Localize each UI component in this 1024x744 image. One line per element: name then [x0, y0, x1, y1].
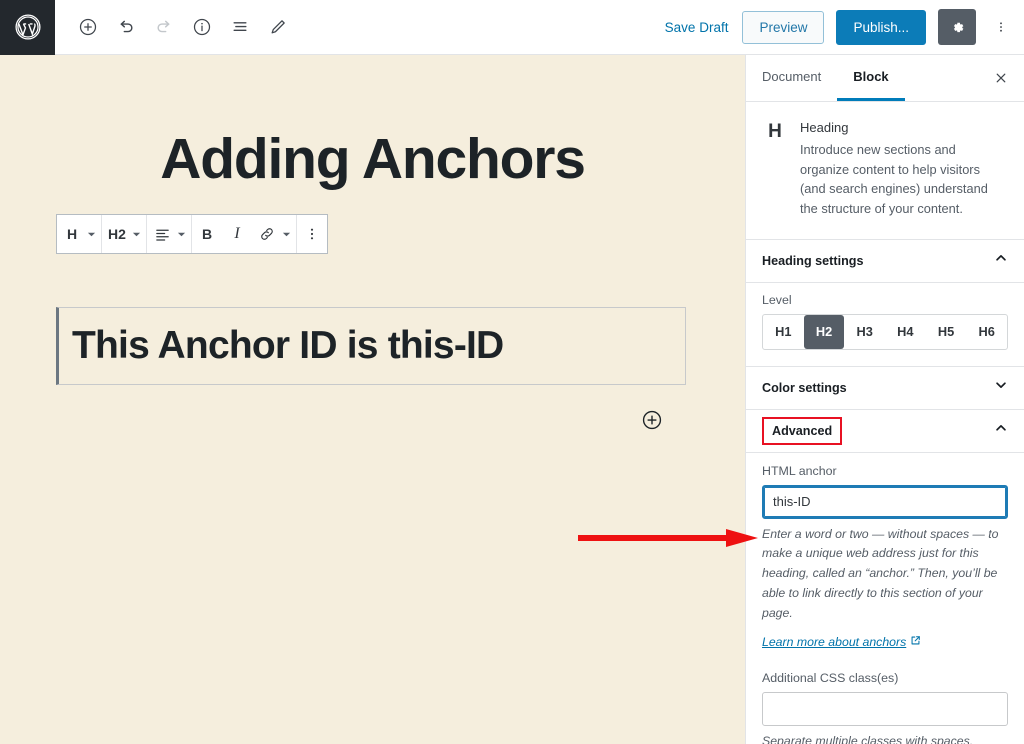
italic-button[interactable]: I: [222, 215, 252, 253]
publish-button[interactable]: Publish...: [836, 9, 926, 45]
block-card-description: Introduce new sections and organize cont…: [800, 142, 988, 217]
pencil-icon[interactable]: [259, 8, 297, 46]
chevron-down-icon: [994, 378, 1008, 397]
level-button-h3[interactable]: H3: [844, 315, 885, 349]
redo-icon[interactable]: [145, 8, 183, 46]
tab-block[interactable]: Block: [837, 55, 905, 101]
panel-heading-settings-header[interactable]: Heading settings: [746, 240, 1024, 283]
block-info-card: H Heading Introduce new sections and org…: [746, 102, 1024, 240]
block-toolbar: H H2 B I: [56, 214, 328, 254]
panel-advanced-title: Advanced: [762, 416, 843, 445]
panel-advanced-header[interactable]: Advanced: [746, 410, 1024, 453]
html-anchor-help-text: Enter a word or two — without spaces — t…: [762, 526, 999, 620]
learn-more-label: Learn more about anchors: [762, 635, 907, 650]
level-button-h4[interactable]: H4: [885, 315, 926, 349]
panel-color-settings-title: Color settings: [762, 380, 847, 395]
close-icon[interactable]: [978, 55, 1024, 101]
heading-level-chevron-down-icon[interactable]: [128, 215, 144, 253]
panel-heading-settings-title: Heading settings: [762, 253, 864, 268]
additional-css-class-help-text: Separate multiple classes with spaces.: [762, 734, 974, 744]
panel-heading-settings-body: Level H1 H2 H3 H4 H5 H6: [746, 283, 1024, 367]
wordpress-logo-icon[interactable]: [0, 0, 55, 55]
block-type-group: H: [57, 215, 102, 253]
block-options-group: [297, 215, 327, 253]
learn-more-about-anchors-link[interactable]: Learn more about anchors: [762, 635, 921, 649]
level-button-h2[interactable]: H2: [803, 314, 845, 349]
sidebar-tabs: Document Block: [746, 55, 1024, 102]
gear-icon[interactable]: [938, 9, 976, 45]
format-chevron-down-icon[interactable]: [278, 215, 294, 253]
wordpress-block-editor: Save Draft Preview Publish... Adding Anc…: [0, 0, 1024, 744]
heading-level-group: H1 H2 H3 H4 H5 H6: [762, 313, 1008, 350]
html-anchor-label: HTML anchor: [762, 463, 837, 478]
top-bar-tool-icons: [55, 8, 297, 46]
additional-css-class-label: Additional CSS class(es): [762, 671, 899, 686]
external-link-icon: [910, 635, 921, 649]
align-chevron-down-icon[interactable]: [173, 215, 189, 253]
heading-block-text[interactable]: This Anchor ID is this-ID: [72, 324, 504, 368]
panel-advanced-body: HTML anchor Enter a word or two — withou…: [746, 453, 1024, 744]
settings-sidebar: Document Block H Heading Introduce new s…: [745, 55, 1024, 744]
html-anchor-input[interactable]: [762, 484, 1008, 519]
bold-button[interactable]: B: [192, 215, 222, 253]
format-group: B I: [192, 215, 297, 253]
block-type-chevron-down-icon[interactable]: [83, 215, 99, 253]
heading-block-icon: H: [768, 121, 782, 142]
top-bar-actions: Save Draft Preview Publish...: [663, 9, 1024, 45]
block-card-title: Heading: [800, 120, 849, 135]
additional-css-class-input[interactable]: [762, 692, 1008, 727]
level-button-h6[interactable]: H6: [966, 315, 1007, 349]
annotation-arrow-icon: [578, 527, 758, 549]
list-view-icon[interactable]: [221, 8, 259, 46]
heading-block[interactable]: This Anchor ID is this-ID: [56, 307, 686, 385]
save-draft-button[interactable]: Save Draft: [663, 16, 731, 39]
panel-color-settings-header[interactable]: Color settings: [746, 367, 1024, 410]
align-group: [147, 215, 192, 253]
page-title[interactable]: Adding Anchors: [0, 129, 745, 190]
add-block-icon[interactable]: [69, 8, 107, 46]
level-label: Level: [762, 292, 792, 307]
level-button-h1[interactable]: H1: [763, 315, 804, 349]
editor-canvas: Adding Anchors H H2 B I This Anchor ID i…: [0, 55, 758, 744]
tab-document[interactable]: Document: [746, 55, 837, 101]
undo-icon[interactable]: [107, 8, 145, 46]
chevron-up-icon: [994, 421, 1008, 440]
kebab-menu-icon[interactable]: [988, 9, 1014, 45]
preview-button[interactable]: Preview: [742, 10, 825, 44]
editor-top-bar: Save Draft Preview Publish...: [0, 0, 1024, 55]
plus-circle-icon[interactable]: [641, 409, 663, 431]
field-spacer: [762, 651, 1008, 671]
heading-level-group: H2: [102, 215, 147, 253]
block-options-kebab-menu-icon[interactable]: [297, 215, 327, 253]
info-icon[interactable]: [183, 8, 221, 46]
chevron-up-icon: [994, 251, 1008, 270]
level-button-h5[interactable]: H5: [926, 315, 967, 349]
